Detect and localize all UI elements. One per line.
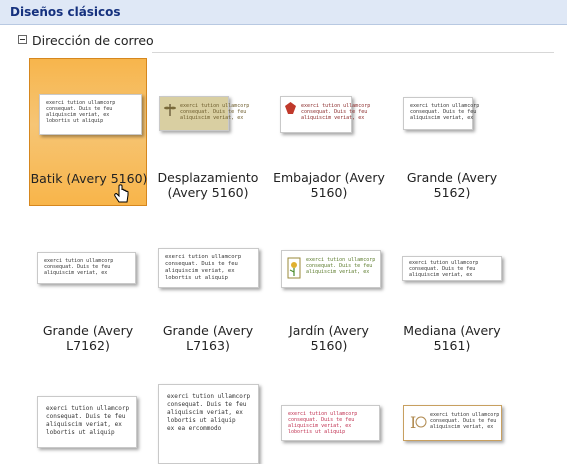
- label-preview: exerci tution ullamcorp consequat. Duis …: [158, 384, 259, 464]
- preview-text: exerci tution ullamcorp consequat. Duis …: [301, 103, 371, 121]
- preview-text: exerci tution ullamcorp consequat. Duis …: [44, 258, 114, 276]
- template-tile-row3-4[interactable]: I exerci tution ullamcorp consequat. Dui…: [393, 370, 511, 462]
- dragonfly-icon: [164, 104, 176, 116]
- preview-text: exerci tution ullamcorp consequat. Duis …: [180, 103, 250, 121]
- label-preview: exerci tution ullamcorp consequat. Duis …: [280, 96, 370, 133]
- garden-flower-icon: [287, 257, 301, 279]
- template-tile-row3-2[interactable]: exerci tution ullamcorp consequat. Duis …: [149, 370, 267, 464]
- tile-label: Grande (Avery L7162): [42, 323, 134, 353]
- template-tile-embajador[interactable]: exerci tution ullamcorp consequat. Duis …: [270, 58, 388, 206]
- preview-text: exerci tution ullamcorp consequat. Duis …: [409, 260, 479, 278]
- tile-label: Embajador (Avery 5160): [273, 170, 385, 200]
- template-tile-grande-l7162[interactable]: exerci tution ullamcorp consequat. Duis …: [29, 210, 147, 358]
- section-divider: [152, 52, 554, 53]
- template-tile-batik[interactable]: exerci tution ullamcorp consequat. Duis …: [29, 58, 147, 206]
- monogram-icon: I: [410, 413, 427, 432]
- label-preview: exerci tution ullamcorp consequat. Duis …: [37, 396, 137, 448]
- header-title: Diseños clásicos: [10, 5, 121, 19]
- hand-pointer-icon: [114, 184, 129, 203]
- template-tile-mediana[interactable]: exerci tution ullamcorp consequat. Duis …: [393, 210, 511, 358]
- preview-text: exerci tution ullamcorp consequat. Duis …: [410, 103, 480, 121]
- preview-text: exerci tution ullamcorp consequat. Duis …: [46, 100, 116, 124]
- section-label: Dirección de correo: [32, 33, 154, 48]
- label-preview: exerci tution ullamcorp consequat. Duis …: [281, 405, 380, 441]
- tile-label: Desplazamiento (Avery 5160): [157, 170, 259, 200]
- preview-text: exerci tution ullamcorp consequat. Duis …: [46, 405, 130, 436]
- label-preview: exerci tution ullamcorp consequat. Duis …: [402, 256, 502, 281]
- label-preview: exerci tution ullamcorp consequat. Duis …: [37, 252, 136, 284]
- preview-text: exerci tution ullamcorp consequat. Duis …: [167, 393, 251, 432]
- collapse-minus-icon[interactable]: [18, 35, 27, 44]
- gallery-header: Diseños clásicos: [0, 0, 567, 25]
- template-tile-row3-1[interactable]: exerci tution ullamcorp consequat. Duis …: [29, 370, 147, 462]
- tile-label: Mediana (Avery 5161): [403, 323, 501, 353]
- template-tile-grande-l7163[interactable]: exerci tution ullamcorp consequat. Duis …: [149, 210, 267, 358]
- tile-label: Jardín (Avery 5160): [289, 323, 369, 353]
- emblem-icon: [285, 102, 296, 114]
- label-preview: exerci tution ullamcorp consequat. Duis …: [281, 250, 381, 288]
- section-header[interactable]: Dirección de correo: [14, 32, 554, 50]
- svg-text:I: I: [410, 413, 416, 432]
- label-preview: exerci tution ullamcorp consequat. Duis …: [39, 94, 142, 135]
- preview-text: exerci tution ullamcorp consequat. Duis …: [288, 411, 358, 435]
- tile-label: Grande (Avery 5162): [406, 170, 498, 200]
- preview-text: exerci tution ullamcorp consequat. Duis …: [430, 412, 500, 430]
- preview-text: exerci tution ullamcorp consequat. Duis …: [165, 254, 242, 281]
- template-tile-jardin[interactable]: exerci tution ullamcorp consequat. Duis …: [270, 210, 388, 358]
- template-tile-grande-5162[interactable]: exerci tution ullamcorp consequat. Duis …: [393, 58, 511, 206]
- template-tile-desplazamiento[interactable]: exerci tution ullamcorp consequat. Duis …: [149, 58, 267, 206]
- label-preview: I exerci tution ullamcorp consequat. Dui…: [403, 405, 502, 441]
- preview-text: exerci tution ullamcorp consequat. Duis …: [306, 257, 376, 275]
- template-tile-row3-3[interactable]: exerci tution ullamcorp consequat. Duis …: [270, 370, 388, 462]
- label-preview: exerci tution ullamcorp consequat. Duis …: [159, 96, 249, 131]
- label-preview: exerci tution ullamcorp consequat. Duis …: [403, 97, 479, 130]
- label-preview: exerci tution ullamcorp consequat. Duis …: [158, 248, 259, 288]
- tile-label: Grande (Avery L7163): [162, 323, 254, 353]
